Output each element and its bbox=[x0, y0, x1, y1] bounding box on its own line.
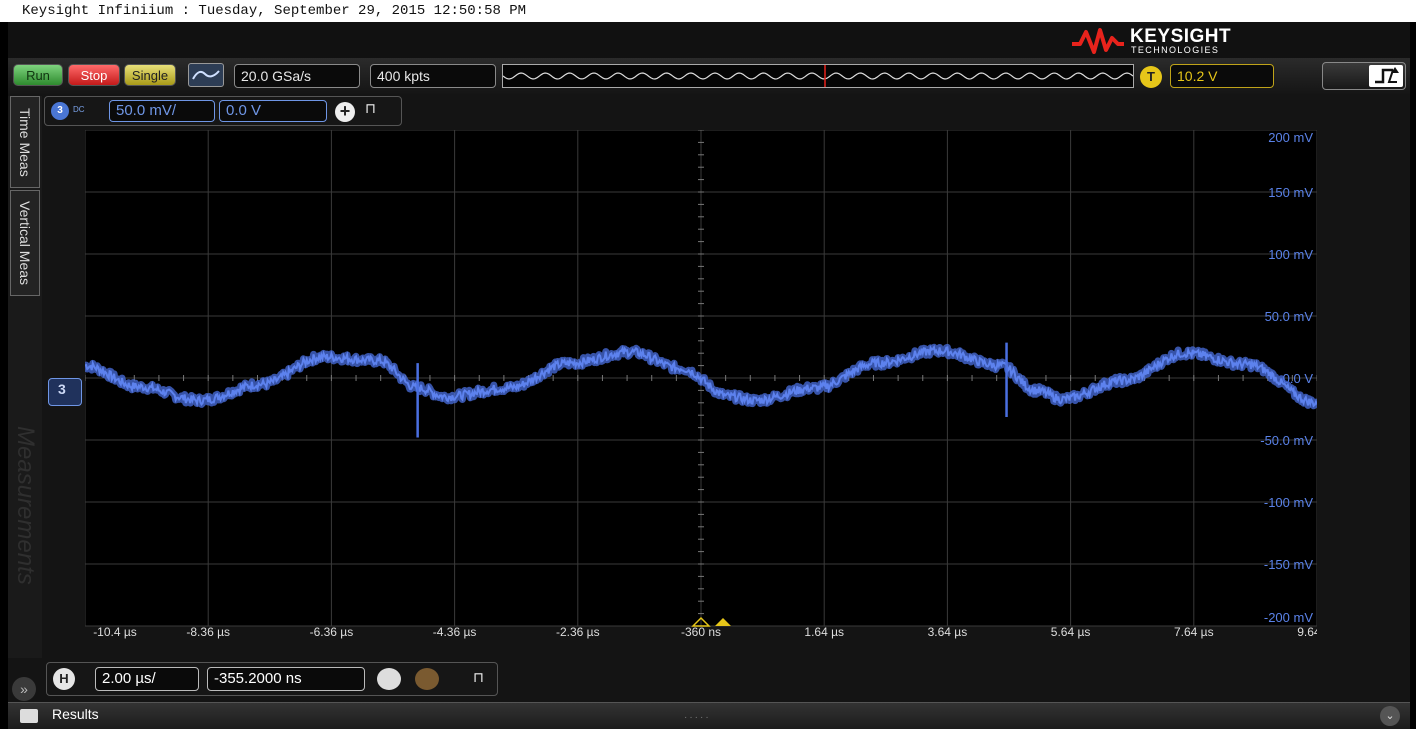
horizontal-position-field[interactable]: -355.2000 ns bbox=[207, 667, 365, 691]
horizontal-badge[interactable]: H bbox=[53, 668, 75, 690]
vertical-scale-field[interactable]: 50.0 mV/ bbox=[109, 100, 215, 122]
y-tick-label: -50.0 mV bbox=[1260, 433, 1313, 448]
y-tick-label: 150 mV bbox=[1268, 185, 1313, 200]
collapse-icon[interactable]: ⌄ bbox=[1380, 706, 1400, 726]
sample-rate-field[interactable]: 20.0 GSa/s bbox=[234, 64, 360, 88]
acquisition-toolbar: Run Stop Single 20.0 GSa/s 400 kpts T 10… bbox=[8, 58, 1410, 94]
waveform-display[interactable]: -10.4 µs -8.36 µs -6.36 µs -4.36 µs -2.36 µs… bbox=[85, 130, 1317, 640]
stop-button[interactable]: Stop bbox=[68, 64, 120, 86]
measurement-sidebar: Time Meas Vertical Meas Measurements bbox=[8, 96, 42, 658]
pin-icon[interactable]: ⊓ bbox=[473, 669, 484, 686]
resize-grip[interactable]: ····· bbox=[684, 712, 711, 723]
x-tick-label: 7.64 µs bbox=[1174, 625, 1214, 639]
run-button[interactable]: Run bbox=[13, 64, 63, 86]
waveform-overview[interactable] bbox=[502, 64, 1134, 88]
x-tick-label: -2.36 µs bbox=[556, 625, 600, 639]
y-tick-label: -150 mV bbox=[1264, 557, 1313, 572]
channel-control-bar: 3 DC 50.0 mV/ 0.0 V + ⊓ bbox=[44, 96, 402, 126]
brand-bar: KEYSIGHT TECHNOLOGIES bbox=[8, 22, 1410, 58]
pause-icon[interactable] bbox=[415, 668, 439, 690]
y-tick-label: 50.0 mV bbox=[1265, 309, 1314, 324]
acquisition-mode-button[interactable] bbox=[188, 63, 224, 87]
overview-waveform bbox=[502, 65, 1134, 87]
channel-badge[interactable]: 3 bbox=[51, 102, 69, 120]
keysight-logo: KEYSIGHT TECHNOLOGIES bbox=[1070, 26, 1250, 56]
results-icon bbox=[20, 709, 38, 723]
measurements-watermark: Measurements bbox=[12, 426, 39, 585]
add-channel-icon[interactable]: + bbox=[335, 102, 355, 122]
x-tick-label: 1.64 µs bbox=[804, 625, 844, 639]
x-tick-label: 5.64 µs bbox=[1051, 625, 1091, 639]
waveform-icon bbox=[192, 70, 220, 80]
window-title: Keysight Infiniium : Tuesday, September … bbox=[0, 0, 1416, 22]
results-bar[interactable]: Results ····· ⌄ bbox=[8, 702, 1410, 729]
scope-frame: KEYSIGHT TECHNOLOGIES Run Stop Single 20… bbox=[8, 22, 1410, 729]
x-tick-label: -4.36 µs bbox=[433, 625, 477, 639]
pin-icon[interactable]: ⊓ bbox=[365, 100, 376, 117]
y-tick-label: 100 mV bbox=[1268, 247, 1313, 262]
horizontal-control-bar: H 2.00 µs/ -355.2000 ns ⊓ bbox=[46, 662, 498, 696]
horizontal-scale-field[interactable]: 2.00 µs/ bbox=[95, 667, 199, 691]
x-tick-label: -10.4 µs bbox=[93, 625, 137, 639]
overview-trace bbox=[502, 72, 1134, 80]
edge-trigger-icon bbox=[1369, 65, 1403, 87]
keysight-wave-icon bbox=[1072, 28, 1124, 54]
x-tick-label: 9.64 µs bbox=[1297, 625, 1317, 639]
tab-vertical-meas[interactable]: Vertical Meas bbox=[10, 190, 40, 296]
y-tick-label: -200 mV bbox=[1264, 610, 1313, 625]
results-label: Results bbox=[52, 706, 99, 722]
x-tick-label: -6.36 µs bbox=[310, 625, 354, 639]
vertical-offset-field[interactable]: 0.0 V bbox=[219, 100, 327, 122]
channel-ground-marker[interactable]: 3 bbox=[48, 378, 82, 406]
y-tick-label: 200 mV bbox=[1268, 130, 1313, 145]
x-tick-label: -8.36 µs bbox=[186, 625, 230, 639]
memory-depth-field[interactable]: 400 kpts bbox=[370, 64, 496, 88]
expand-panel-icon[interactable]: » bbox=[12, 677, 36, 701]
single-button[interactable]: Single bbox=[124, 64, 176, 86]
ground-marker-number: 3 bbox=[58, 381, 66, 397]
x-tick-label: 3.64 µs bbox=[928, 625, 968, 639]
y-tick-label: -100 mV bbox=[1264, 495, 1313, 510]
zoom-icon[interactable] bbox=[377, 668, 401, 690]
tab-time-meas[interactable]: Time Meas bbox=[10, 96, 40, 188]
trigger-mode-button[interactable] bbox=[1322, 62, 1406, 90]
trigger-badge[interactable]: T bbox=[1140, 66, 1162, 88]
brand-subtitle: TECHNOLOGIES bbox=[1131, 45, 1220, 55]
trigger-level-field[interactable]: 10.2 V bbox=[1170, 64, 1274, 88]
x-tick-label: -360 ns bbox=[681, 625, 721, 639]
channel-coupling: DC bbox=[73, 105, 85, 114]
